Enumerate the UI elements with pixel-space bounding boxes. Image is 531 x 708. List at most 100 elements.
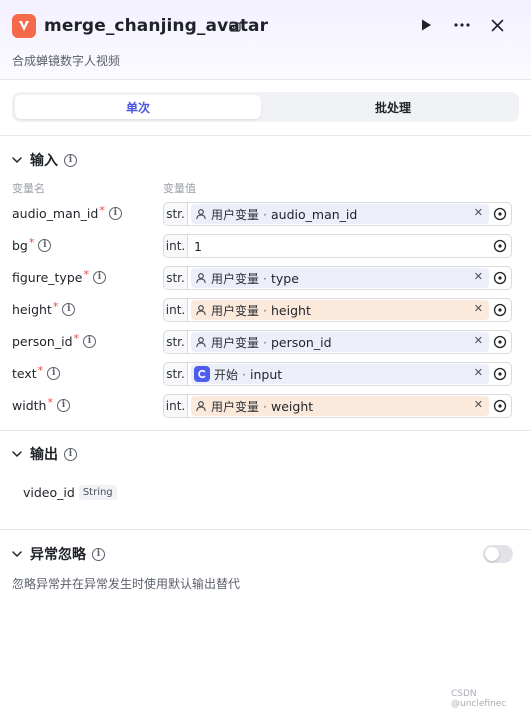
var-ref-name: input	[250, 366, 283, 382]
output-type-badge: String	[78, 485, 117, 500]
required-mark: *	[28, 236, 35, 249]
output-section-header[interactable]: 输出 i	[10, 444, 77, 464]
target-select-icon[interactable]	[489, 395, 511, 417]
var-reference-chip[interactable]: 用户变量 · audio_man_id ✕	[191, 204, 489, 224]
var-reference-chip[interactable]: 用户变量 · type ✕	[191, 268, 489, 288]
required-mark: *	[99, 204, 105, 217]
var-source: 用户变量	[211, 335, 260, 350]
input-row-width: width * i int. 用户变量 · weight ✕	[0, 394, 531, 420]
input-row-audio_man_id: audio_man_id * i str. 用户变量 · audio_man_id…	[0, 202, 531, 228]
var-name-label: audio_man_id	[12, 206, 99, 221]
section-divider	[0, 529, 531, 530]
info-icon[interactable]: i	[108, 207, 122, 220]
user-icon	[196, 273, 206, 284]
required-mark: *	[47, 396, 53, 409]
type-tag[interactable]: int.	[164, 299, 188, 321]
output-name: video_id	[23, 485, 75, 500]
target-select-icon[interactable]	[489, 235, 511, 257]
run-button[interactable]	[415, 14, 437, 36]
var-separator: ·	[263, 206, 267, 222]
node-config-panel: merge_chanjing_avatar 合成蝉镜数字人视频 单次 批处理 输…	[0, 0, 531, 708]
var-value-field[interactable]: str. 用户变量 · person_id ✕	[163, 330, 512, 354]
required-mark: *	[83, 268, 89, 281]
var-source: 用户变量	[211, 303, 260, 318]
more-options-button[interactable]	[451, 14, 473, 36]
required-mark: *	[37, 364, 44, 377]
var-separator: ·	[242, 366, 246, 382]
type-tag[interactable]: int.	[164, 235, 188, 257]
var-separator: ·	[263, 302, 267, 318]
ignore-exception-toggle[interactable]	[483, 545, 513, 563]
input-row-figure_type: figure_type * i str. 用户变量 · type ✕	[0, 266, 531, 292]
output-item: video_id String	[23, 485, 117, 500]
target-select-icon[interactable]	[489, 331, 511, 353]
var-reference-chip[interactable]: 用户变量 · person_id ✕	[191, 332, 489, 352]
var-name-label: text	[12, 366, 37, 381]
type-tag[interactable]: str.	[164, 363, 188, 385]
user-icon	[196, 305, 206, 316]
column-header-value: 变量值	[163, 182, 196, 195]
var-value-field[interactable]: str. 用户变量 · audio_man_id ✕	[163, 202, 512, 226]
var-name-label: width	[12, 398, 47, 413]
var-source: 用户变量	[211, 207, 260, 222]
var-value-field[interactable]: int. 用户变量 · weight ✕	[163, 394, 512, 418]
start-node-icon	[194, 366, 210, 382]
input-row-height: height * i int. 用户变量 · height ✕	[0, 298, 531, 324]
info-icon[interactable]: i	[92, 547, 105, 561]
input-row-person_id: person_id * i str. 用户变量 · person_id ✕	[0, 330, 531, 356]
chevron-down-icon[interactable]	[10, 447, 24, 461]
clear-icon[interactable]: ✕	[474, 270, 483, 283]
info-icon[interactable]: i	[64, 447, 77, 461]
edit-title-icon[interactable]	[228, 19, 242, 33]
clear-icon[interactable]: ✕	[474, 302, 483, 315]
type-tag[interactable]: int.	[164, 395, 188, 417]
info-icon[interactable]: i	[62, 303, 76, 316]
var-value-field[interactable]: str. 用户变量 · type ✕	[163, 266, 512, 290]
target-select-icon[interactable]	[489, 363, 511, 385]
mode-tabs: 单次 批处理	[12, 92, 519, 122]
info-icon[interactable]: i	[56, 399, 70, 412]
var-reference-chip[interactable]: 用户变量 · height ✕	[191, 300, 489, 320]
column-header-name: 变量名	[12, 182, 45, 195]
target-select-icon[interactable]	[489, 203, 511, 225]
exception-section-header[interactable]: 异常忽略 i	[10, 544, 105, 564]
info-icon[interactable]: i	[83, 335, 97, 348]
info-icon[interactable]: i	[92, 271, 106, 284]
type-tag[interactable]: str.	[164, 331, 188, 353]
type-tag[interactable]: str.	[164, 203, 188, 225]
var-reference-chip[interactable]: 用户变量 · weight ✕	[191, 396, 489, 416]
info-icon[interactable]: i	[64, 153, 77, 167]
info-icon[interactable]: i	[38, 239, 52, 252]
close-button[interactable]	[486, 14, 508, 36]
section-divider	[0, 430, 531, 431]
var-name-label: person_id	[12, 334, 73, 349]
var-reference-chip[interactable]: 开始 · input ✕	[191, 364, 489, 384]
tab-batch[interactable]: 批处理	[270, 95, 516, 119]
node-subtitle: 合成蝉镜数字人视频	[12, 54, 121, 68]
exception-description: 忽略异常并在异常发生时使用默认输出替代	[12, 577, 241, 591]
literal-value-input[interactable]: 1	[191, 236, 489, 256]
var-value-field[interactable]: int. 1	[163, 234, 512, 258]
input-section-header[interactable]: 输入 i	[10, 150, 77, 170]
tab-single[interactable]: 单次	[15, 95, 261, 119]
clear-icon[interactable]: ✕	[474, 398, 483, 411]
var-separator: ·	[263, 270, 267, 286]
var-name-label: bg	[12, 238, 28, 253]
exception-section-title: 异常忽略	[30, 547, 86, 563]
chevron-down-icon[interactable]	[10, 153, 24, 167]
target-select-icon[interactable]	[489, 299, 511, 321]
type-tag[interactable]: str.	[164, 267, 188, 289]
user-icon	[196, 401, 206, 412]
target-select-icon[interactable]	[489, 267, 511, 289]
var-source: 用户变量	[211, 399, 260, 414]
var-separator: ·	[263, 398, 267, 414]
var-value-field[interactable]: int. 用户变量 · height ✕	[163, 298, 512, 322]
toggle-knob	[485, 547, 499, 561]
clear-icon[interactable]: ✕	[474, 366, 483, 379]
var-value-field[interactable]: str. 开始 · input ✕	[163, 362, 512, 386]
var-separator: ·	[263, 334, 267, 350]
clear-icon[interactable]: ✕	[474, 206, 483, 219]
clear-icon[interactable]: ✕	[474, 334, 483, 347]
info-icon[interactable]: i	[47, 367, 61, 380]
chevron-down-icon[interactable]	[10, 547, 24, 561]
